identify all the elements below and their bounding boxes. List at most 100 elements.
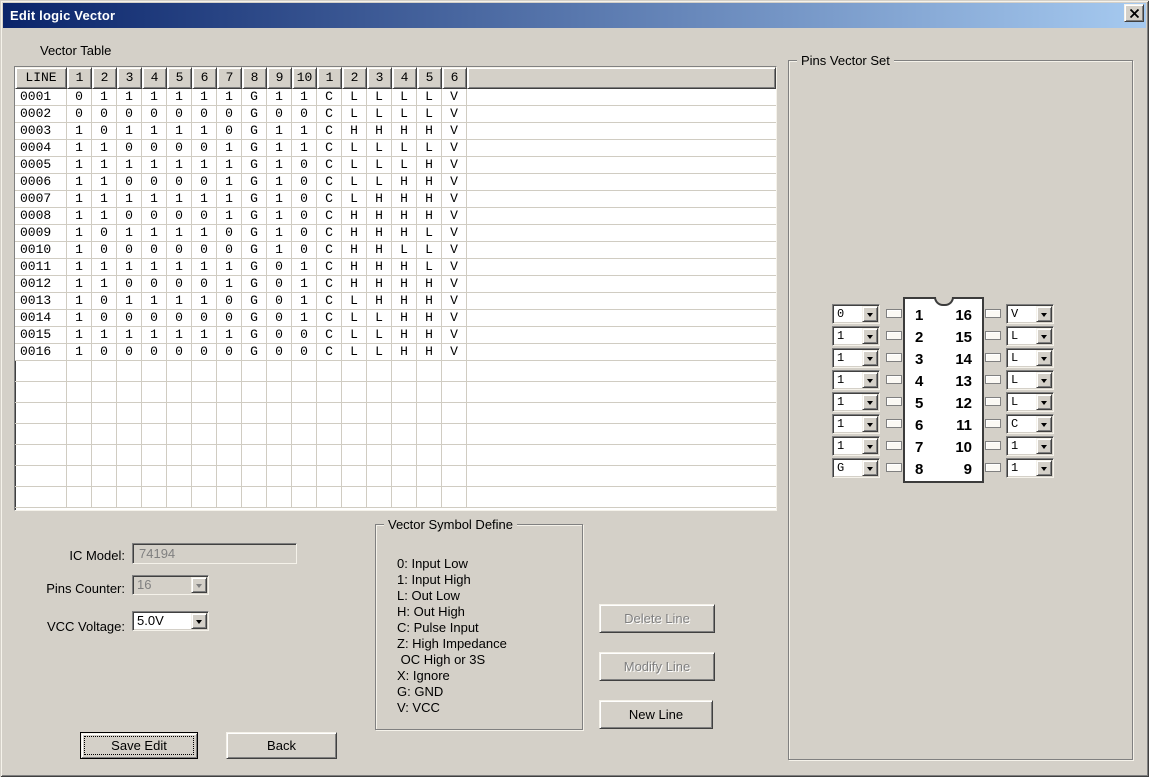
pin-2-select[interactable]: 1 (832, 326, 880, 346)
vector-cell: C (317, 310, 342, 327)
pin-1-select[interactable]: 0 (832, 304, 880, 324)
pins-counter-select[interactable]: 16 (132, 575, 209, 595)
new-line-button[interactable]: New Line (599, 700, 713, 729)
pin-lead-icon (886, 331, 902, 340)
chevron-down-icon (867, 400, 873, 408)
table-row[interactable]: 0011 1 1 1 1 1 1 1 G 0 1 C H H H L V (15, 259, 776, 276)
vector-cell: 1 (292, 259, 317, 276)
pin-10-select-dropdown-button[interactable] (1036, 438, 1052, 454)
modify-line-button[interactable]: Modify Line (599, 652, 715, 681)
table-row[interactable]: 0008 1 1 0 0 0 0 1 G 1 0 C H H H H V (15, 208, 776, 225)
table-row[interactable]: 0007 1 1 1 1 1 1 1 G 1 0 C L H H H V (15, 191, 776, 208)
pin-13-select[interactable]: L (1006, 370, 1054, 390)
empty-cell (367, 424, 392, 445)
pin-5-select-value: 1 (837, 395, 845, 409)
delete-line-button[interactable]: Delete Line (599, 604, 715, 633)
vector-cell: L (367, 310, 392, 327)
pin-3-select-dropdown-button[interactable] (862, 350, 878, 366)
vector-cell: 0 (292, 327, 317, 344)
pin-14-select[interactable]: L (1006, 348, 1054, 368)
vector-table[interactable]: LINE 1 2 3 4 5 6 7 8 9 10 1 2 3 4 5 6 0001 0 1 1 1 1 1 1 G 1 1 C L L L… (14, 66, 777, 511)
table-row[interactable]: 0006 1 1 0 0 0 0 1 G 1 0 C L L H H V (15, 174, 776, 191)
column-header: 5 (417, 67, 442, 89)
vcc-voltage-select[interactable]: 5.0V (132, 611, 209, 631)
pin-5-select[interactable]: 1 (832, 392, 880, 412)
empty-cell (442, 361, 467, 382)
close-button[interactable] (1124, 4, 1144, 22)
pin-3-select[interactable]: 1 (832, 348, 880, 368)
table-row[interactable]: 0016 1 0 0 0 0 0 0 G 0 0 C L L H H V (15, 344, 776, 361)
pin-6-select-dropdown-button[interactable] (862, 416, 878, 432)
pin-3-select-value: 1 (837, 351, 845, 365)
table-row[interactable]: 0013 1 0 1 1 1 1 0 G 0 1 C L H H H V (15, 293, 776, 310)
pin-8-select[interactable]: G (832, 458, 880, 478)
empty-row (15, 361, 776, 382)
back-button[interactable]: Back (226, 732, 337, 759)
titlebar: Edit logic Vector (3, 3, 1146, 28)
pin-15-select[interactable]: L (1006, 326, 1054, 346)
vector-cell: 0 (167, 106, 192, 123)
table-row[interactable]: 0002 0 0 0 0 0 0 0 G 0 0 C L L L L V (15, 106, 776, 123)
vector-cell: L (392, 140, 417, 157)
table-row[interactable]: 0012 1 1 0 0 0 0 1 G 0 1 C H H H H V (15, 276, 776, 293)
vector-cell: H (417, 344, 442, 361)
pin-7-select-dropdown-button[interactable] (862, 438, 878, 454)
vector-cell: H (392, 225, 417, 242)
column-header-filler (467, 67, 776, 89)
pin-8-select-dropdown-button[interactable] (862, 460, 878, 476)
pin-11-select-dropdown-button[interactable] (1036, 416, 1052, 432)
empty-filler (467, 382, 776, 403)
pin-4-select-dropdown-button[interactable] (862, 372, 878, 388)
empty-cell (342, 445, 367, 466)
vector-cell: 1 (192, 89, 217, 106)
vector-cell: 1 (67, 276, 92, 293)
pin-9-select-dropdown-button[interactable] (1036, 460, 1052, 476)
pin-13-select-dropdown-button[interactable] (1036, 372, 1052, 388)
table-row[interactable]: 0004 1 1 0 0 0 0 1 G 1 1 C L L L L V (15, 140, 776, 157)
empty-cell (242, 487, 267, 508)
pins-counter-dropdown-button[interactable] (191, 577, 207, 593)
table-row[interactable]: 0014 1 0 0 0 0 0 0 G 0 1 C L L H H V (15, 310, 776, 327)
vector-cell: 0 (292, 242, 317, 259)
pin-5-select-dropdown-button[interactable] (862, 394, 878, 410)
pin-12-select[interactable]: L (1006, 392, 1054, 412)
pin-4-select-value: 1 (837, 373, 845, 387)
pin-10-select[interactable]: 1 (1006, 436, 1054, 456)
pin-4-select[interactable]: 1 (832, 370, 880, 390)
empty-cell (267, 382, 292, 403)
pin-7-select[interactable]: 1 (832, 436, 880, 456)
empty-cell (67, 361, 92, 382)
pin-12-select-dropdown-button[interactable] (1036, 394, 1052, 410)
pin-15-select-dropdown-button[interactable] (1036, 328, 1052, 344)
pin-6-select[interactable]: 1 (832, 414, 880, 434)
pin-lead-icon (985, 463, 1001, 472)
vector-cell: H (417, 123, 442, 140)
vector-cell: 0 (117, 106, 142, 123)
line-number-cell: 0003 (15, 123, 67, 140)
pin-11-select[interactable]: C (1006, 414, 1054, 434)
table-row[interactable]: 0015 1 1 1 1 1 1 1 G 0 0 C L L H H V (15, 327, 776, 344)
table-row[interactable]: 0010 1 0 0 0 0 0 0 G 1 0 C H H L L V (15, 242, 776, 259)
pin-9-select[interactable]: 1 (1006, 458, 1054, 478)
pin-2-select-dropdown-button[interactable] (862, 328, 878, 344)
pin-1-select-dropdown-button[interactable] (862, 306, 878, 322)
vector-cell: 0 (92, 293, 117, 310)
pin-2-select-value: 1 (837, 329, 845, 343)
table-row[interactable]: 0009 1 0 1 1 1 1 0 G 1 0 C H H H L V (15, 225, 776, 242)
ic-model-field[interactable]: 74194 (132, 543, 297, 564)
vector-cell: 0 (217, 344, 242, 361)
chevron-down-icon (1041, 400, 1047, 408)
table-row[interactable]: 0005 1 1 1 1 1 1 1 G 1 0 C L L L H V (15, 157, 776, 174)
empty-cell (217, 445, 242, 466)
empty-cell (67, 487, 92, 508)
pin-14-select-dropdown-button[interactable] (1036, 350, 1052, 366)
vector-cell: L (342, 157, 367, 174)
vector-cell: 1 (92, 174, 117, 191)
vcc-voltage-dropdown-button[interactable] (191, 613, 207, 629)
pin-16-select-dropdown-button[interactable] (1036, 306, 1052, 322)
vector-cell: 1 (267, 208, 292, 225)
table-row[interactable]: 0001 0 1 1 1 1 1 1 G 1 1 C L L L L V (15, 89, 776, 106)
save-edit-button[interactable]: Save Edit (80, 732, 198, 759)
pin-16-select[interactable]: V (1006, 304, 1054, 324)
table-row[interactable]: 0003 1 0 1 1 1 1 0 G 1 1 C H H H H V (15, 123, 776, 140)
